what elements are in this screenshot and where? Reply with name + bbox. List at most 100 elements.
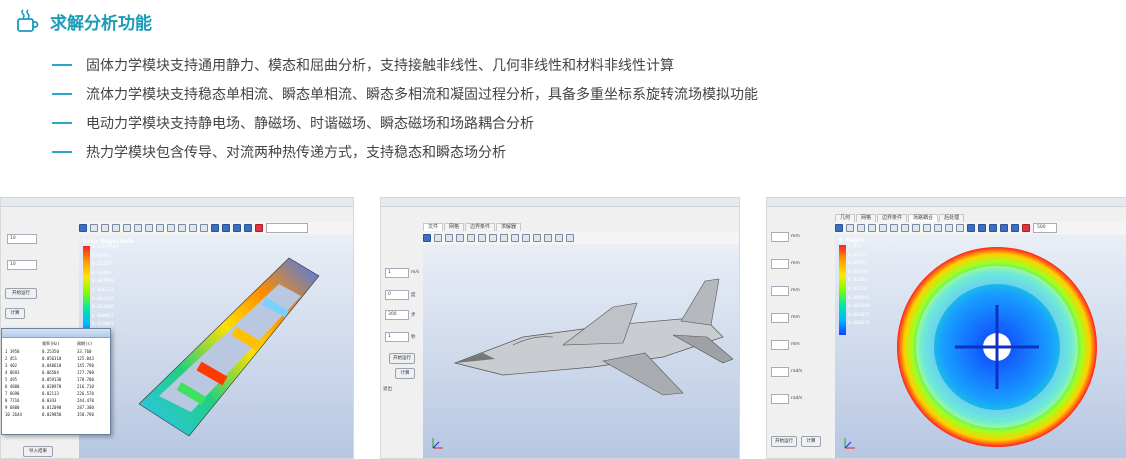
tool-icon[interactable] xyxy=(923,224,931,232)
tab-mesh[interactable]: 网格 xyxy=(856,214,877,222)
solid-mechanics-screenshot: Disp Magnitude 0.02579+02 0.04941 0.11229 0… xyxy=(0,197,354,459)
tool-icon[interactable] xyxy=(478,234,486,242)
tool-icon[interactable] xyxy=(145,224,153,232)
tool-icon[interactable] xyxy=(544,234,552,242)
tool-icon[interactable] xyxy=(945,224,953,232)
3d-viewport[interactable] xyxy=(423,245,739,458)
tab-solver[interactable]: 求解器 xyxy=(496,223,522,231)
tab-file[interactable]: 文件 xyxy=(423,223,444,231)
tool-icon[interactable] xyxy=(467,234,475,242)
fluid-dynamics-screenshot: 文件 网格 边界条件 求解器 1 m/s 0 度 300 步 1 秒 开始运行 … xyxy=(380,197,740,459)
value-field[interactable] xyxy=(771,259,789,269)
value-field[interactable]: 1 xyxy=(385,268,409,278)
tool-icon[interactable] xyxy=(167,224,175,232)
tab-boundary[interactable]: 边界条件 xyxy=(877,214,908,222)
tool-icon[interactable] xyxy=(489,234,497,242)
tool-icon[interactable] xyxy=(90,224,98,232)
play-icon[interactable] xyxy=(978,224,986,232)
compute-button[interactable]: 计算 xyxy=(5,308,25,319)
value-field[interactable]: 0 xyxy=(385,290,409,300)
tool-icon[interactable] xyxy=(901,224,909,232)
camera-icon[interactable] xyxy=(79,224,87,232)
tool-icon[interactable] xyxy=(511,234,519,242)
record-icon[interactable] xyxy=(255,224,263,232)
tool-icon[interactable] xyxy=(857,224,865,232)
tool-icon[interactable] xyxy=(189,224,197,232)
value-field[interactable] xyxy=(771,394,789,404)
tab-post[interactable]: 后处理 xyxy=(939,214,965,222)
value-field[interactable]: 10 xyxy=(7,234,37,244)
camera-icon[interactable] xyxy=(423,234,431,242)
3d-viewport[interactable]: B Magni 0.025 0.02227 0.01952 0.01678 0.0140… xyxy=(835,235,1126,458)
zoom-field[interactable]: 500 xyxy=(1033,223,1057,233)
dialog-table-cell: 244.470 xyxy=(77,398,94,403)
tool-icon[interactable] xyxy=(522,234,530,242)
play-icon[interactable] xyxy=(989,224,997,232)
play-icon[interactable] xyxy=(244,224,252,232)
tool-icon[interactable] xyxy=(500,234,508,242)
dialog-table-cell: 2 451 xyxy=(5,356,18,361)
unit-label: mm xyxy=(791,261,800,266)
play-icon[interactable] xyxy=(222,224,230,232)
compute-button[interactable]: 计算 xyxy=(395,368,415,379)
tool-icon[interactable] xyxy=(445,234,453,242)
dialog-table-cell: 178.700 xyxy=(77,377,94,382)
axis-triad-icon xyxy=(432,438,443,449)
play-icon[interactable] xyxy=(233,224,241,232)
tool-icon[interactable] xyxy=(566,234,574,242)
tool-icon[interactable] xyxy=(200,224,208,232)
tab-geometry[interactable]: 几何 xyxy=(835,214,856,222)
record-icon[interactable] xyxy=(1022,224,1030,232)
tool-icon[interactable] xyxy=(879,224,887,232)
play-icon[interactable] xyxy=(1011,224,1019,232)
value-field[interactable] xyxy=(771,232,789,242)
tab-mesh[interactable]: 网格 xyxy=(444,223,465,231)
compute-button[interactable]: 计算 xyxy=(801,436,821,447)
tool-icon[interactable] xyxy=(123,224,131,232)
frame-slider[interactable] xyxy=(266,223,308,233)
section-title: 求解分析功能 xyxy=(50,14,152,34)
dialog-table-cell: 8 7716 xyxy=(5,398,20,403)
tool-icon[interactable] xyxy=(456,234,464,242)
start-run-button[interactable]: 开始运行 xyxy=(771,436,797,447)
camera-icon[interactable] xyxy=(835,224,843,232)
section-header xyxy=(14,8,40,34)
tool-icon[interactable] xyxy=(868,224,876,232)
value-field[interactable]: 10 xyxy=(7,260,37,270)
value-field[interactable] xyxy=(771,286,789,296)
start-run-button[interactable]: 开始运行 xyxy=(389,353,415,364)
play-icon[interactable] xyxy=(211,224,219,232)
tab-boundary[interactable]: 边界条件 xyxy=(465,223,496,231)
dialog-table-cell: 145.790 xyxy=(77,363,94,368)
window-titlebar xyxy=(1,198,353,207)
value-field[interactable] xyxy=(771,340,789,350)
tool-icon[interactable] xyxy=(434,234,442,242)
unit-label: mm xyxy=(791,342,800,347)
dialog-table-cell: 6 4880 xyxy=(5,384,20,389)
tab-bar: 文件 网格 边界条件 求解器 xyxy=(423,223,522,231)
import-results-button[interactable]: 导入结果 xyxy=(23,446,53,457)
tool-icon[interactable] xyxy=(134,224,142,232)
tool-icon[interactable] xyxy=(956,224,964,232)
value-field[interactable] xyxy=(771,367,789,377)
feature-item: 热力学模块包含传导、对流两种热传递方式，支持稳态和瞬态场分析 xyxy=(52,137,758,166)
play-icon[interactable] xyxy=(1000,224,1008,232)
value-field[interactable]: 300 xyxy=(385,310,409,320)
value-field[interactable] xyxy=(771,313,789,323)
tab-field-circuit[interactable]: 场路耦合 xyxy=(908,214,939,222)
tool-icon[interactable] xyxy=(101,224,109,232)
tool-icon[interactable] xyxy=(912,224,920,232)
tool-icon[interactable] xyxy=(533,234,541,242)
play-icon[interactable] xyxy=(967,224,975,232)
exit-link[interactable]: 退出 xyxy=(383,386,392,392)
tool-icon[interactable] xyxy=(555,234,563,242)
3d-viewport[interactable]: Disp Magnitude 0.02579+02 0.04941 0.11229 0… xyxy=(79,236,353,458)
tool-icon[interactable] xyxy=(890,224,898,232)
tool-icon[interactable] xyxy=(112,224,120,232)
tool-icon[interactable] xyxy=(178,224,186,232)
start-run-button[interactable]: 开始运行 xyxy=(5,288,37,299)
tool-icon[interactable] xyxy=(934,224,942,232)
tool-icon[interactable] xyxy=(846,224,854,232)
tool-icon[interactable] xyxy=(156,224,164,232)
value-field[interactable]: 1 xyxy=(385,332,409,342)
